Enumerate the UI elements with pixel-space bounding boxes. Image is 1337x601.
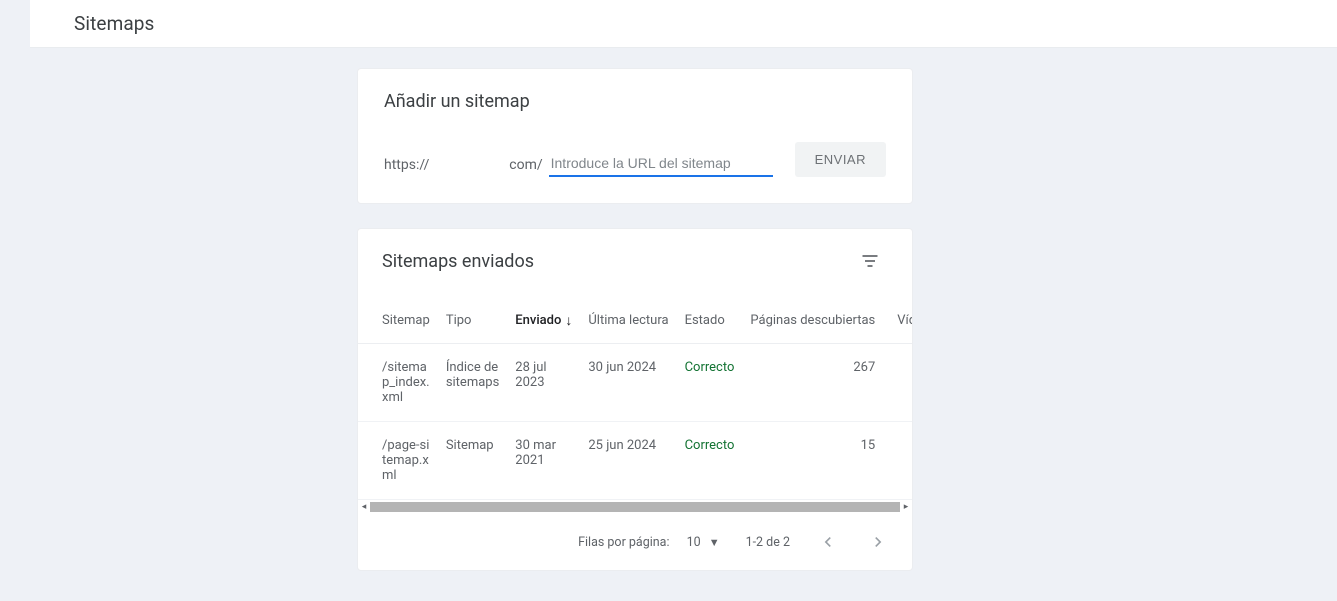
rows-per-page-select[interactable]: 10 ▼ [687, 535, 720, 550]
add-sitemap-card: Añadir un sitemap https:// com/ ENVIAR [357, 68, 913, 204]
add-sitemap-title: Añadir un sitemap [384, 91, 886, 112]
cell-videos: 0 [889, 422, 912, 500]
cell-status: Correcto [677, 422, 743, 500]
cell-videos: 15 [889, 344, 912, 422]
col-sent[interactable]: Enviado↓ [507, 300, 580, 344]
submit-button[interactable]: ENVIAR [795, 142, 886, 177]
page-range: 1-2 de 2 [746, 535, 790, 550]
cell-last-read: 25 jun 2024 [580, 422, 676, 500]
scroll-right-icon[interactable]: ▸ [900, 502, 912, 512]
scroll-track[interactable] [370, 502, 900, 512]
col-status[interactable]: Estado [677, 300, 743, 344]
prev-page-button[interactable] [816, 530, 840, 554]
url-prefix: https:// com/ [384, 157, 543, 177]
sitemaps-list-card: Sitemaps enviados Sitemap Tipo Enviado↓ … [357, 228, 913, 571]
cell-type: Sitemap [438, 422, 507, 500]
content-area: Añadir un sitemap https:// com/ ENVIAR S… [0, 48, 913, 571]
table-pager: Filas por página: 10 ▼ 1-2 de 2 [358, 514, 912, 570]
table-row[interactable]: /sitemap_index.xml Índice de sitemaps 28… [358, 344, 912, 422]
col-pages[interactable]: Páginas descubiertas [742, 300, 889, 344]
chevron-right-icon [868, 532, 888, 552]
rows-per-page: Filas por página: 10 ▼ [578, 535, 720, 550]
page-title: Sitemaps [74, 12, 1293, 35]
horizontal-scrollbar[interactable]: ◂ ▸ [358, 500, 912, 514]
cell-pages: 267 [742, 344, 889, 422]
table-header-row: Sitemap Tipo Enviado↓ Última lectura Est… [358, 300, 912, 344]
sitemap-url-input[interactable] [549, 151, 773, 177]
cell-sent: 28 jul 2023 [507, 344, 580, 422]
chevron-down-icon: ▼ [709, 536, 720, 549]
cell-sitemap: /page-sitemap.xml [358, 422, 438, 500]
scroll-left-icon[interactable]: ◂ [358, 502, 370, 512]
cell-pages: 15 [742, 422, 889, 500]
filter-icon[interactable] [860, 251, 882, 273]
cell-sitemap: /sitemap_index.xml [358, 344, 438, 422]
sitemaps-list-title: Sitemaps enviados [382, 251, 912, 272]
table-scroll[interactable]: Sitemap Tipo Enviado↓ Última lectura Est… [358, 300, 912, 500]
next-page-button[interactable] [866, 530, 890, 554]
cell-sent: 30 mar 2021 [507, 422, 580, 500]
table-row[interactable]: /page-sitemap.xml Sitemap 30 mar 2021 25… [358, 422, 912, 500]
col-sitemap[interactable]: Sitemap [358, 300, 438, 344]
sort-desc-icon: ↓ [565, 313, 572, 329]
add-sitemap-row: https:// com/ ENVIAR [384, 142, 886, 177]
cell-status: Correcto [677, 344, 743, 422]
col-last-read[interactable]: Última lectura [580, 300, 676, 344]
chevron-left-icon [818, 532, 838, 552]
cell-last-read: 30 jun 2024 [580, 344, 676, 422]
col-type[interactable]: Tipo [438, 300, 507, 344]
sitemaps-table: Sitemap Tipo Enviado↓ Última lectura Est… [358, 300, 912, 500]
page-header: Sitemaps [30, 0, 1337, 48]
cell-type: Índice de sitemaps [438, 344, 507, 422]
col-videos[interactable]: Vídeos descubiertos [889, 300, 912, 344]
